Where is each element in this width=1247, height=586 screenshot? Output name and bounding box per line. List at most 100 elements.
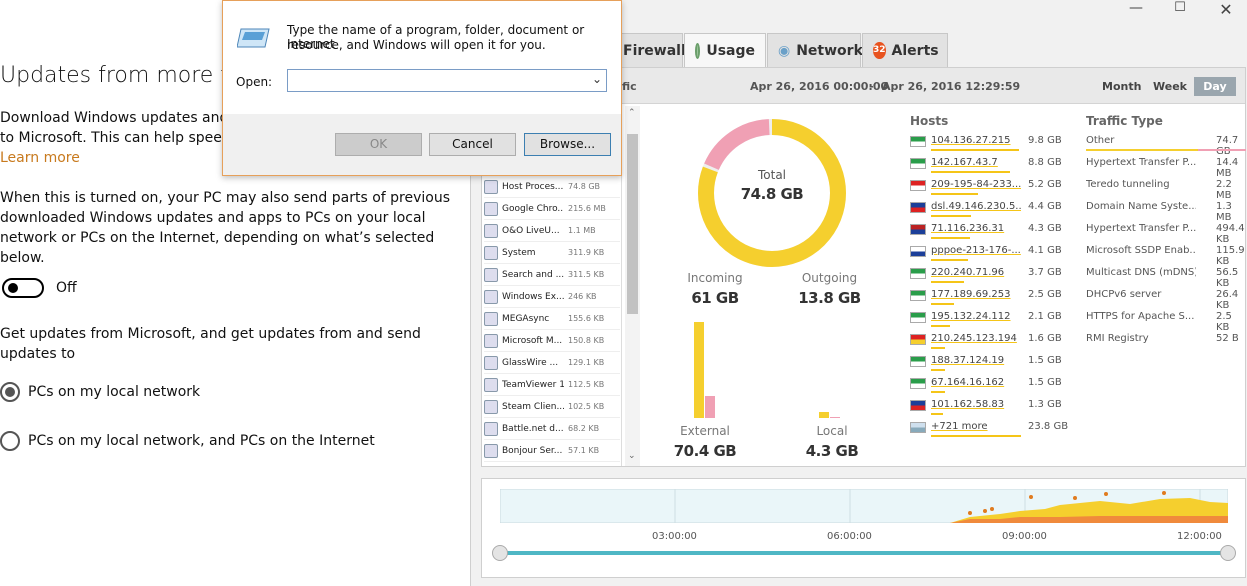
host-row[interactable]: 104.136.27.215 9.8 GB [910,131,1080,153]
host-usage-bar [931,303,954,305]
week-button[interactable]: Week [1147,77,1193,96]
traffic-type-row[interactable]: HTTPS for Apache S... 2.5 KB [1086,307,1246,333]
usa-flag-icon [910,224,926,235]
traffic-type-name: Other [1086,135,1115,146]
tab-firewall[interactable]: Firewall [613,33,686,67]
app-list-item[interactable]: Steam Clien... 102.5 KB [484,396,620,418]
month-button[interactable]: Month [1096,77,1147,96]
host-address[interactable]: 142.167.43.7 [931,157,1021,168]
traffic-type-row[interactable]: Teredo tunneling 2.2 MB [1086,175,1246,201]
host-row[interactable]: 142.167.43.7 8.8 GB [910,153,1080,175]
date-from[interactable]: Apr 26, 2016 00:00:00 [750,80,888,93]
host-row[interactable]: 101.162.58.83 1.3 GB [910,395,1080,417]
hosts-title: Hosts [910,114,949,128]
radio-local-and-internet-label[interactable]: PCs on my local network, and PCs on the … [28,431,478,451]
app-list-item[interactable]: Microsoft M... 150.8 KB [484,330,620,352]
external-label: External [680,424,730,438]
app-list-item[interactable]: System 311.9 KB [484,242,620,264]
cancel-button[interactable]: Cancel [429,133,516,156]
host-address[interactable]: 188.37.124.19 [931,355,1021,366]
radio-local-and-internet[interactable] [0,431,20,451]
host-address[interactable]: 104.136.27.215 [931,135,1021,146]
host-row[interactable]: 188.37.124.19 1.5 GB [910,351,1080,373]
traffic-type-row[interactable]: DHCPv6 server 26.4 KB [1086,285,1246,311]
scroll-up-icon[interactable]: ⌃ [628,108,636,118]
scroll-down-icon[interactable]: ⌄ [628,451,636,461]
external-incoming-bar [694,322,704,418]
traffic-type-row[interactable]: Multicast DNS (mDNS) 56.5 KB [1086,263,1246,289]
traffic-type-name: Multicast DNS (mDNS) [1086,267,1196,278]
radio-local-network-label[interactable]: PCs on my local network [28,382,478,402]
host-address[interactable]: 195.132.24.112 [931,311,1021,322]
app-list-item[interactable]: MEGAsync 155.6 KB [484,308,620,330]
ok-button[interactable]: OK [335,133,422,156]
host-row[interactable]: pppoe-213-176-... 4.1 GB [910,241,1080,263]
usage-timeline[interactable]: 03:00:00 06:00:00 09:00:00 12:00:00 [481,478,1246,578]
app-list-item[interactable]: Battle.net d... 68.2 KB [484,418,620,440]
timeline-start-handle[interactable] [492,545,508,561]
host-address[interactable]: 71.116.236.31 [931,223,1021,234]
host-address[interactable]: 209-195-84-233... [931,179,1021,190]
open-input[interactable]: ⌄ [287,69,607,92]
close-icon[interactable]: ✕ [1211,0,1241,19]
host-usage-bar [931,215,971,217]
tab-usage[interactable]: Usage [684,33,766,68]
host-address[interactable]: 67.164.16.162 [931,377,1021,388]
more-hosts-row[interactable]: +721 more 23.8 GB [910,417,1080,439]
host-row[interactable]: 177.189.69.253 2.5 GB [910,285,1080,307]
host-address[interactable]: 210.245.123.194 [931,333,1021,344]
delivery-optimization-toggle[interactable] [2,278,44,298]
host-usage: 8.8 GB [1028,157,1062,168]
app-list-item[interactable]: O&O LiveU... 1.1 MB [484,220,620,242]
host-row[interactable]: 195.132.24.112 2.1 GB [910,307,1080,329]
traffic-type-row[interactable]: Microsoft SSDP Enab... 115.9 KB [1086,241,1246,267]
timeline-range-track[interactable] [500,551,1228,555]
local-label: Local [816,424,848,438]
tab-alerts[interactable]: 32 Alerts [862,33,948,67]
host-address[interactable]: pppoe-213-176-... [931,245,1021,256]
host-address[interactable]: +721 more [931,421,1021,432]
timeline-label: 12:00:00 [1177,531,1222,542]
scrollbar-thumb[interactable] [627,134,638,314]
host-address[interactable]: 220.240.71.96 [931,267,1021,278]
app-list-item[interactable]: Bonjour Ser... 57.1 KB [484,440,620,462]
tab-network[interactable]: ◉ Network [767,33,863,67]
host-row[interactable]: dsl.49.146.230.5... 4.4 GB [910,197,1080,219]
app-list-item[interactable]: Host Proces... 74.8 GB [484,176,620,198]
host-row[interactable]: 71.116.236.31 4.3 GB [910,219,1080,241]
host-address[interactable]: 101.162.58.83 [931,399,1021,410]
total-label: Total [757,168,787,182]
traffic-type-row[interactable]: Hypertext Transfer P... 14.4 MB [1086,153,1246,179]
radio-local-network[interactable] [0,382,20,402]
traffic-type-row[interactable]: RMI Registry 52 B [1086,329,1246,351]
maximize-icon[interactable]: ☐ [1165,0,1195,15]
day-button[interactable]: Day [1194,77,1236,96]
app-list-scrollbar[interactable]: ⌃ ⌄ [625,106,640,466]
info-line: below. [0,250,45,266]
app-list-item[interactable]: Google Chro... 215.6 MB [484,198,620,220]
minimize-icon[interactable]: — [1121,0,1151,16]
timeline-end-handle[interactable] [1220,545,1236,561]
app-name: Host Proces... [502,181,564,192]
local-outgoing-bar [830,417,840,418]
browse-button[interactable]: Browse... [524,133,611,156]
traffic-type-row[interactable]: Hypertext Transfer P... 494.4 KB [1086,219,1246,245]
host-usage-bar [931,413,943,415]
host-row[interactable]: 220.240.71.96 3.7 GB [910,263,1080,285]
traffic-type-row[interactable]: Other 74.7 GB [1086,131,1246,157]
info-line: When this is turned on, your PC may also… [0,190,450,206]
host-address[interactable]: dsl.49.146.230.5... [931,201,1021,212]
host-row[interactable]: 209-195-84-233... 5.2 GB [910,175,1080,197]
host-address[interactable]: 177.189.69.253 [931,289,1021,300]
app-list-item[interactable]: Search and ... 311.5 KB [484,264,620,286]
app-name: GlassWire ... [502,357,559,368]
chevron-down-icon[interactable]: ⌄ [592,72,602,86]
app-list-item[interactable]: TeamViewer 11 112.5 KB [484,374,620,396]
traffic-type-row[interactable]: Domain Name Syste... 1.3 MB [1086,197,1246,223]
app-list-item[interactable]: GlassWire ... 129.1 KB [484,352,620,374]
host-row[interactable]: 67.164.16.162 1.5 GB [910,373,1080,395]
unknown-flag-icon [910,356,926,367]
date-to[interactable]: Apr 26, 2016 12:29:59 [882,80,1020,93]
host-row[interactable]: 210.245.123.194 1.6 GB [910,329,1080,351]
app-list-item[interactable]: Windows Ex... 246 KB [484,286,620,308]
